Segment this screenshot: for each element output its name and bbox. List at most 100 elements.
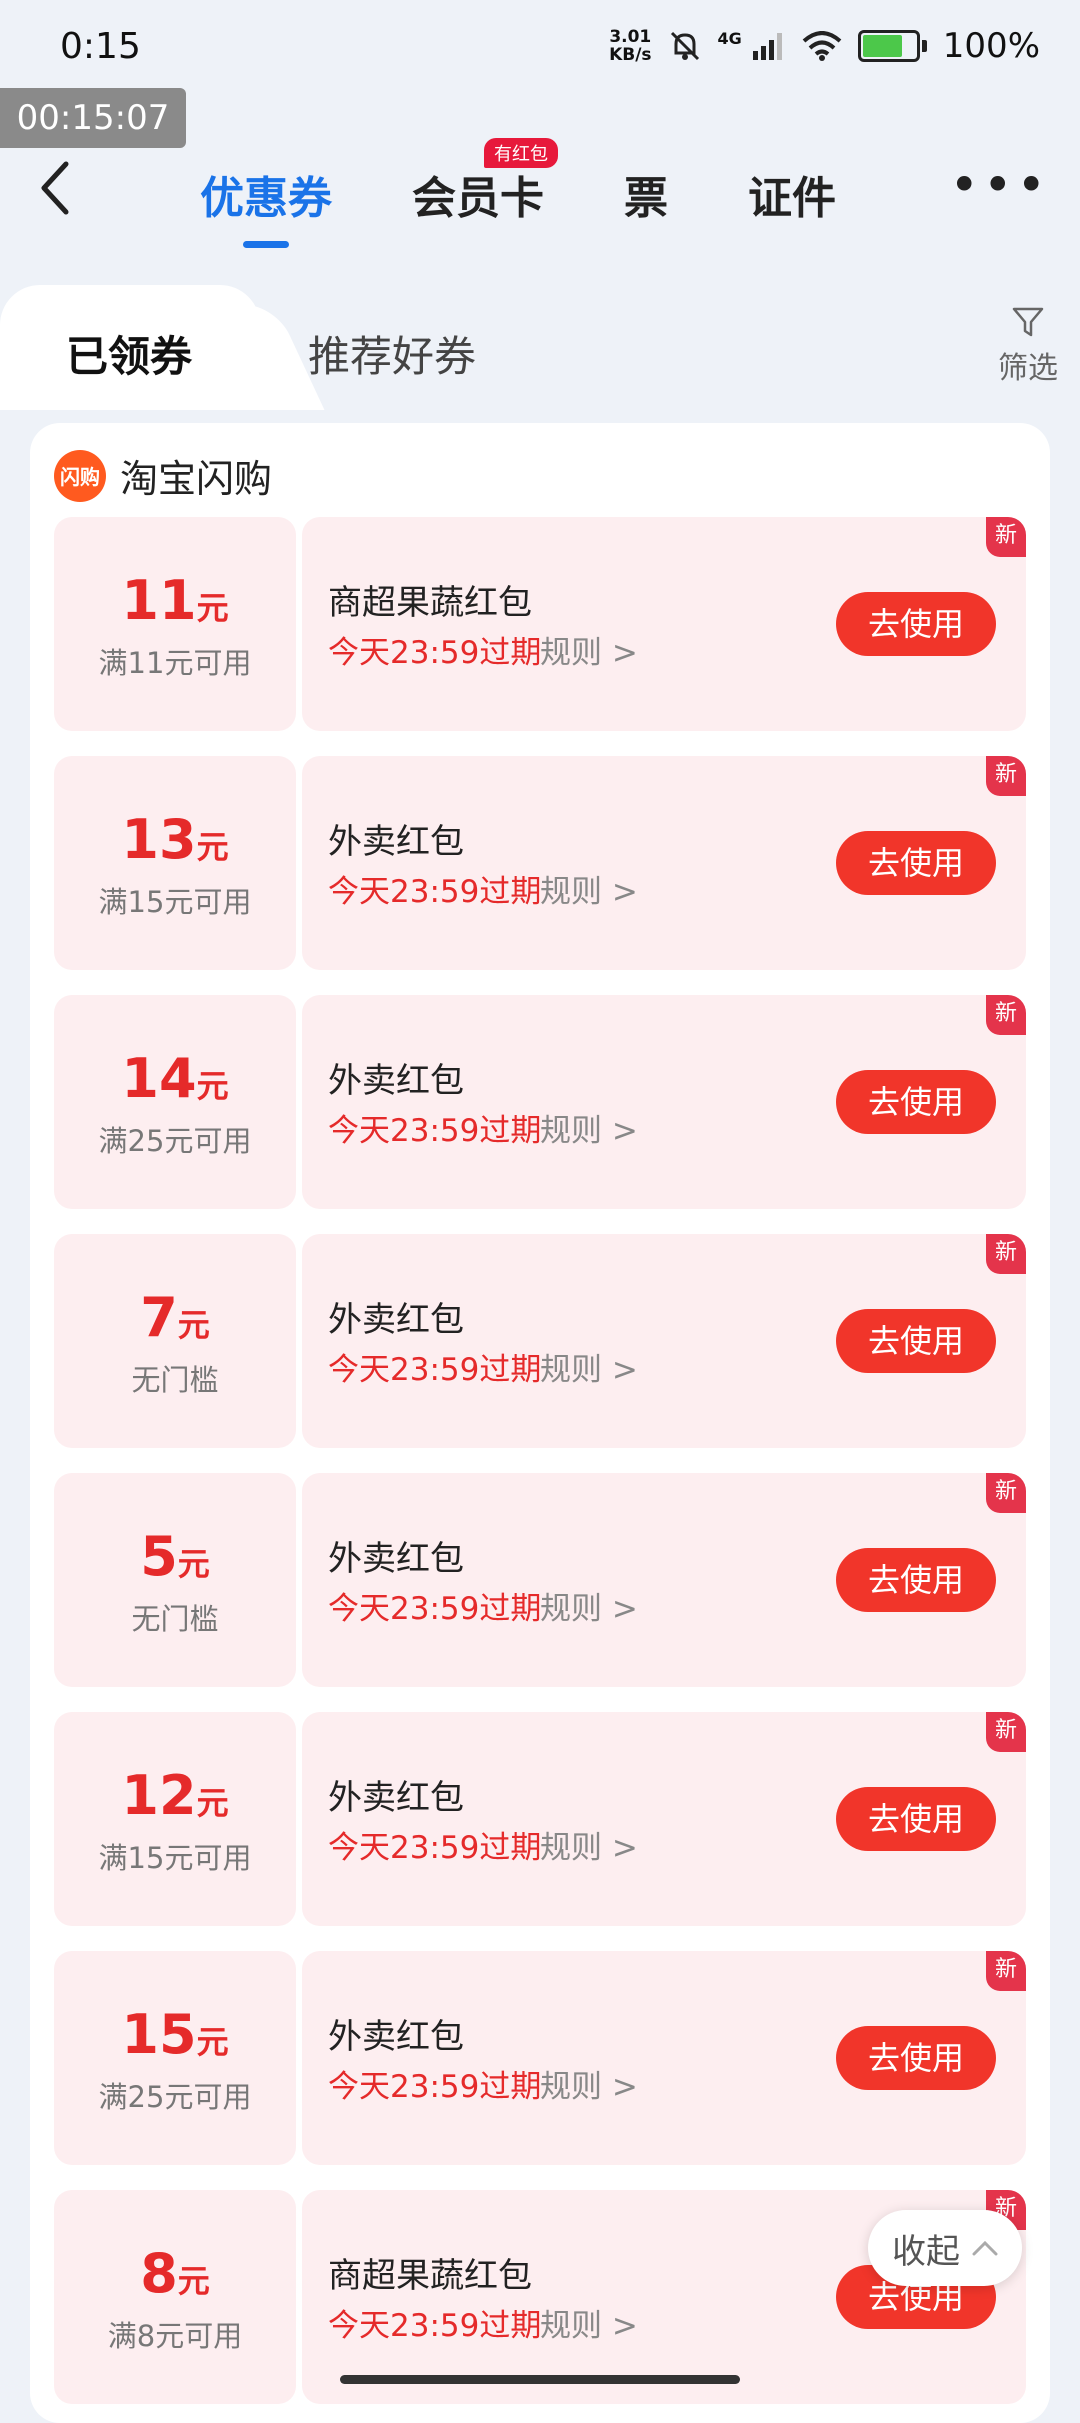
subtab-claimed[interactable]: 已领券 bbox=[66, 323, 192, 384]
coupon-value-section: 11元 满11元可用 bbox=[54, 517, 296, 731]
chevron-right-icon: > bbox=[602, 1352, 638, 1388]
more-options-icon[interactable]: ••• bbox=[950, 160, 1050, 210]
rule-label: 规则 bbox=[540, 1830, 602, 1866]
status-icons: 3.01 KB/s 4G 100% bbox=[609, 26, 1040, 66]
coupon-amount: 15元 bbox=[54, 2005, 296, 2072]
coupon-condition: 满15元可用 bbox=[98, 1841, 252, 1875]
chevron-right-icon: > bbox=[602, 1591, 638, 1627]
brand-name: 淘宝闪购 bbox=[120, 457, 273, 501]
amount-number: 15 bbox=[121, 2003, 197, 2066]
coupon-rule-link[interactable]: 规则 > bbox=[540, 2300, 638, 2345]
coupon-expiry: 今天23:59过期 bbox=[328, 874, 542, 910]
coupon-title: 外卖红包 bbox=[328, 2017, 464, 2057]
net-speed: 3.01 KB/s bbox=[609, 28, 651, 64]
coupon-value-section: 13元 满15元可用 bbox=[54, 756, 296, 970]
coupon-info-section: 外卖红包 今天23:59过期 规则 > 去使用 新 bbox=[302, 1234, 1026, 1448]
chevron-up-icon bbox=[972, 2240, 998, 2256]
amount-unit: 元 bbox=[196, 1784, 229, 1822]
coupon-amount: 11元 bbox=[54, 571, 296, 638]
amount-unit: 元 bbox=[177, 2262, 210, 2300]
coupon-rule-link[interactable]: 规则 > bbox=[540, 1344, 638, 1389]
subtab-recommended[interactable]: 推荐好券 bbox=[308, 323, 476, 384]
coupon-card[interactable]: 15元 满25元可用 外卖红包 今天23:59过期 规则 > 去使用新 bbox=[54, 1951, 1026, 2165]
sub-tabs: 已领券 推荐好券 筛选 bbox=[0, 285, 1080, 425]
coupon-expiry: 今天23:59过期 bbox=[328, 1591, 542, 1627]
coupon-amount: 12元 bbox=[54, 1766, 296, 1833]
new-tag: 新 bbox=[986, 517, 1026, 557]
coupon-card[interactable]: 12元 满15元可用 外卖红包 今天23:59过期 规则 > 去使用新 bbox=[54, 1712, 1026, 1926]
use-coupon-button[interactable]: 去使用 bbox=[836, 1309, 996, 1373]
coupon-condition: 满8元可用 bbox=[107, 2319, 243, 2353]
chevron-right-icon: > bbox=[602, 1830, 638, 1866]
red-packet-badge: 有红包 bbox=[484, 138, 558, 168]
coupon-value-section: 14元 满25元可用 bbox=[54, 995, 296, 1209]
use-coupon-button[interactable]: 去使用 bbox=[836, 2026, 996, 2090]
coupon-title: 外卖红包 bbox=[328, 1778, 464, 1818]
chevron-right-icon: > bbox=[602, 2308, 638, 2344]
coupon-rule-link[interactable]: 规则 > bbox=[540, 1105, 638, 1150]
coupon-condition: 无门槛 bbox=[131, 1602, 219, 1636]
coupon-rule-link[interactable]: 规则 > bbox=[540, 866, 638, 911]
coupon-amount: 14元 bbox=[54, 1049, 296, 1116]
coupon-info-section: 外卖红包 今天23:59过期 规则 > 去使用 新 bbox=[302, 1712, 1026, 1926]
net-speed-unit: KB/s bbox=[609, 45, 652, 65]
coupon-title: 商超果蔬红包 bbox=[328, 583, 532, 623]
network-type: 4G bbox=[717, 28, 742, 48]
coupon-title: 商超果蔬红包 bbox=[328, 2256, 532, 2296]
rule-label: 规则 bbox=[540, 2069, 602, 2105]
tab-coupons[interactable]: 优惠券 bbox=[200, 162, 332, 248]
coupon-condition: 满15元可用 bbox=[98, 885, 252, 919]
amount-unit: 元 bbox=[196, 2023, 229, 2061]
amount-number: 8 bbox=[140, 2242, 178, 2305]
coupon-card[interactable]: 13元 满15元可用 外卖红包 今天23:59过期 规则 > 去使用新 bbox=[54, 756, 1026, 970]
coupon-value-section: 8元满8元可用 bbox=[54, 2190, 296, 2404]
top-navigation: 优惠券 会员卡 有红包 票 证件 ••• bbox=[0, 138, 1080, 260]
coupon-rule-link[interactable]: 规则 > bbox=[540, 1822, 638, 1867]
back-arrow-icon[interactable] bbox=[36, 158, 76, 218]
battery-icon bbox=[857, 30, 920, 62]
coupon-card[interactable]: 14元 满25元可用 外卖红包 今天23:59过期 规则 > 去使用新 bbox=[54, 995, 1026, 1209]
use-coupon-button[interactable]: 去使用 bbox=[836, 1548, 996, 1612]
amount-number: 13 bbox=[121, 808, 197, 871]
use-coupon-button[interactable]: 去使用 bbox=[836, 1070, 996, 1134]
tab-documents[interactable]: 证件 bbox=[748, 162, 836, 226]
coupon-value-section: 12元满15元可用 bbox=[54, 1712, 296, 1926]
taobao-flash-logo: 闪购 bbox=[54, 449, 106, 502]
coupon-title: 外卖红包 bbox=[328, 1539, 464, 1579]
coupon-amount: 7元 bbox=[54, 1288, 296, 1355]
rule-label: 规则 bbox=[540, 635, 602, 671]
new-tag: 新 bbox=[986, 1473, 1026, 1513]
coupon-info-section: 商超果蔬红包 今天23:59过期 规则 > 去使用 新 bbox=[302, 517, 1026, 731]
coupon-value-section: 7元 无门槛 bbox=[54, 1234, 296, 1448]
coupon-rule-link[interactable]: 规则 > bbox=[540, 1583, 638, 1628]
coupon-card[interactable]: 7元 无门槛 外卖红包 今天23:59过期 规则 > 去使用新 bbox=[54, 1234, 1026, 1448]
coupon-card[interactable]: 11元 满11元可用 商超果蔬红包 今天23:59过期 规则 > 去使用新 bbox=[54, 517, 1026, 731]
amount-number: 11 bbox=[121, 569, 197, 632]
tab-tickets[interactable]: 票 bbox=[624, 162, 668, 226]
coupon-rule-link[interactable]: 规则 > bbox=[540, 627, 638, 672]
rule-label: 规则 bbox=[540, 874, 602, 910]
coupon-card[interactable]: 5元 无门槛 外卖红包 今天23:59过期 规则 > 去使用新 bbox=[54, 1473, 1026, 1687]
home-indicator[interactable] bbox=[340, 2375, 740, 2384]
battery-level: 100% bbox=[942, 26, 1040, 66]
tab-label: 优惠券 bbox=[200, 173, 332, 224]
tab-label: 证件 bbox=[748, 173, 836, 224]
amount-unit: 元 bbox=[177, 1306, 210, 1344]
coupon-amount: 8元 bbox=[54, 2244, 296, 2311]
use-coupon-button[interactable]: 去使用 bbox=[836, 831, 996, 895]
new-tag: 新 bbox=[986, 1951, 1026, 1991]
coupon-panel: 闪购 淘宝闪购 11元 满11元可用 商超果蔬红包 今天23:59过期 规则 > 去使用新… bbox=[30, 423, 1050, 2423]
coupon-title: 外卖红包 bbox=[328, 1300, 464, 1340]
net-speed-value: 3.01 bbox=[609, 27, 652, 47]
amount-number: 12 bbox=[121, 1764, 197, 1827]
brand-header: 闪购 淘宝闪购 bbox=[54, 448, 272, 503]
coupon-info-section: 外卖红包 今天23:59过期 规则 > 去使用 新 bbox=[302, 1951, 1026, 2165]
coupon-value-section: 15元 满25元可用 bbox=[54, 1951, 296, 2165]
use-coupon-button[interactable]: 去使用 bbox=[836, 1787, 996, 1851]
chevron-right-icon: > bbox=[602, 2069, 638, 2105]
coupon-rule-link[interactable]: 规则 > bbox=[540, 2061, 638, 2106]
filter-button[interactable]: 筛选 bbox=[998, 305, 1058, 387]
tab-member-card[interactable]: 会员卡 有红包 bbox=[412, 138, 558, 226]
collapse-button[interactable]: 收起 bbox=[868, 2210, 1022, 2286]
use-coupon-button[interactable]: 去使用 bbox=[836, 592, 996, 656]
